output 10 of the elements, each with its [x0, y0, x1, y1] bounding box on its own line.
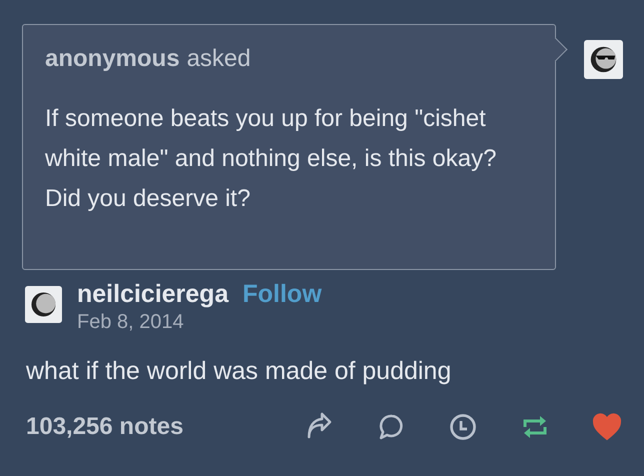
- blogger-avatar[interactable]: [584, 40, 623, 79]
- follow-link[interactable]: Follow: [242, 279, 322, 309]
- post-date: Feb 8, 2014: [77, 310, 185, 335]
- notes-count[interactable]: 103,256 notes: [26, 413, 304, 441]
- asked-label: asked: [186, 45, 251, 73]
- asker-name[interactable]: anonymous: [45, 45, 180, 73]
- user-avatar[interactable]: [25, 286, 62, 323]
- username[interactable]: neilcicierega: [77, 279, 228, 309]
- question-text: If someone beats you up for being "cishet white male" and nothing else, is this okay? Did you deserve it?: [45, 104, 498, 214]
- answer-text: what if the world was made of pudding: [26, 356, 452, 386]
